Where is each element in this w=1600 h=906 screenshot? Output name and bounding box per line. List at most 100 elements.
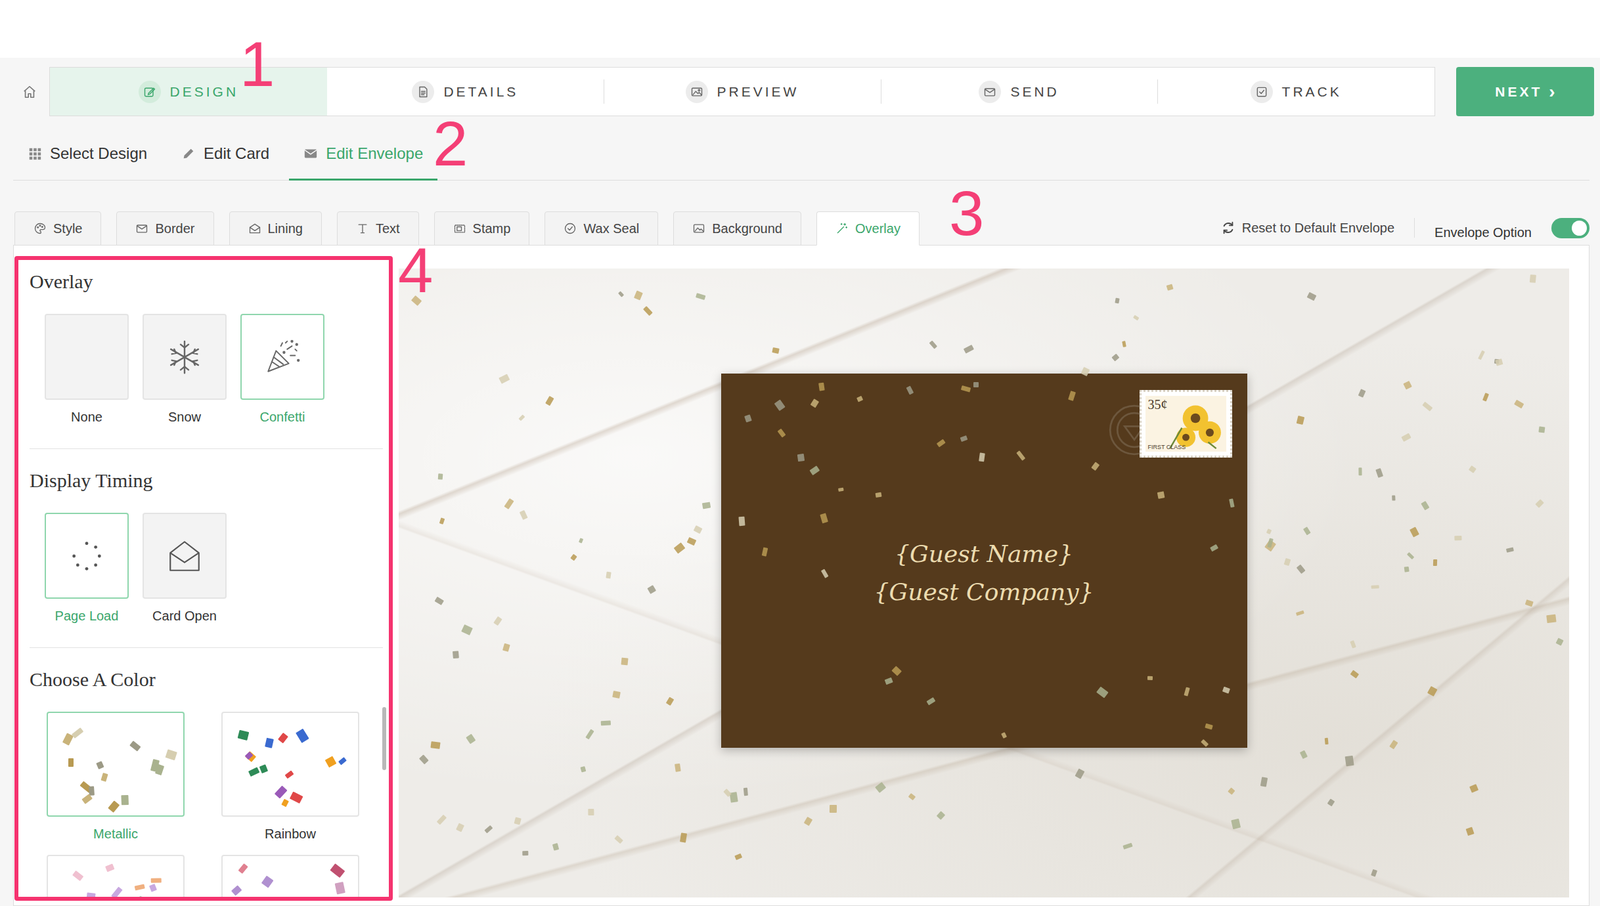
confetti-piece (1296, 610, 1306, 616)
nav-tab[interactable]: SEND (880, 67, 1158, 116)
confetti-piece (1204, 723, 1214, 731)
nav-tab[interactable]: DESIGN (49, 67, 328, 116)
confetti-piece (906, 386, 915, 396)
confetti-piece (499, 374, 511, 385)
confetti-piece (519, 510, 529, 521)
nav-tab[interactable]: PREVIEW (603, 67, 881, 116)
subnav-item[interactable]: Edit Envelope (288, 144, 438, 181)
envelope-tab[interactable]: Background (673, 211, 802, 246)
confetti-piece (1157, 491, 1165, 499)
nav-tab[interactable]: TRACK (1157, 67, 1435, 116)
nav-tab[interactable]: DETAILS (327, 67, 605, 116)
confetti-piece (461, 623, 473, 636)
confetti-piece (963, 344, 975, 355)
overlay-option[interactable]: Confetti (240, 313, 325, 425)
confetti-piece (248, 767, 261, 778)
nav-icon-circle (978, 80, 1001, 104)
option-box (44, 313, 129, 400)
toggle-knob (1571, 220, 1587, 236)
confetti-piece (665, 696, 674, 707)
grid-icon (27, 146, 43, 161)
envelope-tab-label: Background (711, 221, 783, 237)
confetti-piece (674, 763, 682, 772)
home-icon[interactable] (22, 84, 37, 100)
confetti-piece (1494, 358, 1504, 367)
subnav-label: Edit Card (203, 144, 270, 163)
nav-icon-circle (411, 80, 435, 104)
confetti-piece (1264, 539, 1277, 553)
confetti-piece (1147, 676, 1153, 681)
confetti-piece (614, 835, 624, 845)
color-options: Metallic Rainbow (29, 711, 383, 902)
envelope-tab-label: Wax Seal (583, 221, 640, 237)
envelope-tab[interactable]: Style (14, 211, 102, 246)
confetti-piece (285, 770, 295, 779)
snowflake-icon (165, 338, 204, 377)
color-option[interactable] (221, 855, 360, 902)
confetti-piece (1230, 819, 1241, 830)
confetti-piece (434, 597, 445, 606)
reset-button[interactable]: Reset to Default Envelope (1221, 220, 1395, 236)
confetti-piece (810, 398, 820, 408)
option-box (240, 313, 325, 400)
color-option[interactable] (46, 855, 185, 902)
confetti-piece (774, 399, 786, 412)
envelope-tab[interactable]: Overlay (816, 211, 920, 246)
nav-tab-label: DESIGN (170, 84, 240, 100)
next-button[interactable]: NEXT› (1456, 66, 1595, 117)
color-swatch (221, 855, 360, 902)
envelope-tab[interactable]: Lining (229, 211, 322, 246)
envelope-option-toggle[interactable] (1551, 218, 1590, 239)
color-swatch (221, 711, 360, 818)
confetti-piece (502, 643, 511, 653)
confetti-piece (1402, 380, 1413, 391)
confetti-piece (71, 727, 84, 739)
confetti-piece (1422, 401, 1433, 412)
subnav-label: Edit Envelope (325, 144, 423, 163)
confetti-piece (606, 571, 612, 579)
color-section: Choose A ColorMetallicRainbow (29, 648, 383, 902)
envelope-tab[interactable]: Border (116, 211, 214, 246)
confetti-piece (430, 741, 441, 750)
track-icon (1255, 85, 1269, 99)
chevron-icon: › (1548, 82, 1555, 102)
color-option[interactable]: Metallic (46, 711, 185, 843)
overlay-option[interactable]: Snow (142, 313, 227, 425)
stamp: 35¢FIRST CLASS (1139, 390, 1233, 458)
confetti-piece (803, 817, 814, 827)
confetti-piece (600, 720, 611, 726)
envelope-tab[interactable]: Wax Seal (544, 211, 659, 246)
confetti-piece (264, 737, 274, 749)
confetti-piece (838, 487, 844, 492)
toolbar-divider (1414, 218, 1415, 238)
confetti-piece (148, 884, 157, 893)
timing-option[interactable]: Card Open (142, 512, 227, 624)
confetti-piece (484, 825, 494, 834)
open-envelope-icon (165, 537, 204, 576)
confetti-piece (673, 542, 686, 554)
confetti-piece (620, 657, 628, 666)
subnav-item[interactable]: Select Design (13, 144, 162, 181)
confetti-piece (438, 473, 444, 480)
overlay-option[interactable]: None (44, 313, 129, 425)
confetti-piece (436, 815, 446, 825)
envelope-tab[interactable]: Stamp (434, 211, 531, 246)
confetti-piece (874, 491, 882, 498)
timing-options: Page LoadCard Open (29, 512, 383, 624)
timing-option[interactable]: Page Load (44, 512, 129, 624)
confetti-piece (105, 863, 115, 873)
annotation-number: 3 (949, 181, 984, 245)
confetti-piece (978, 453, 986, 463)
confetti-piece (1410, 527, 1420, 538)
confetti-piece (907, 793, 915, 801)
subnav-item[interactable]: Edit Card (166, 144, 284, 181)
confetti-piece (829, 805, 837, 814)
color-option[interactable]: Rainbow (221, 711, 360, 843)
envelope[interactable]: 35¢FIRST CLASS{Guest Name}{Guest Company… (721, 373, 1248, 749)
confetti-piece (874, 782, 887, 794)
confetti-piece (819, 382, 826, 392)
scrollbar-thumb[interactable] (382, 707, 387, 771)
confetti-piece (1513, 400, 1524, 409)
confetti-piece (237, 730, 249, 741)
confetti-piece (1370, 868, 1378, 877)
